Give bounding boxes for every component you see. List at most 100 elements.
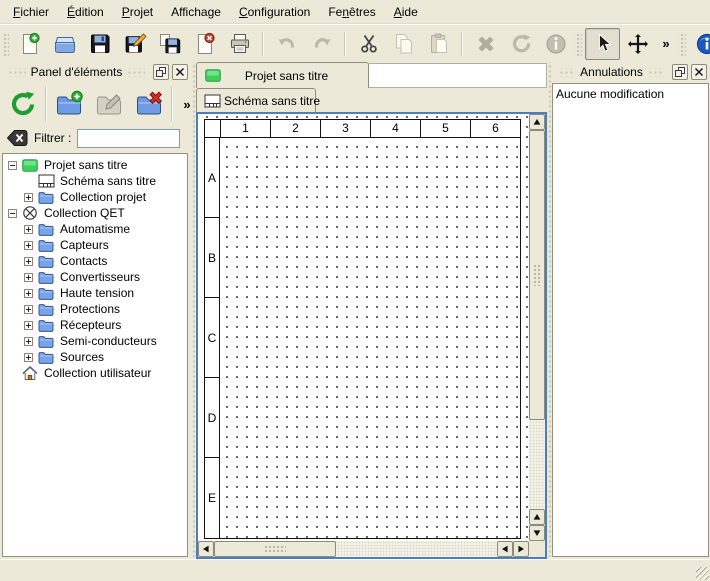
save-all-icon (158, 32, 182, 56)
tree-expander-none (22, 175, 35, 188)
tree-expander-none (6, 367, 19, 380)
copy-button[interactable] (386, 28, 421, 60)
elements-panel-titlebar[interactable]: Panel d'éléments (0, 62, 191, 82)
menu-projet[interactable]: Projet (113, 3, 162, 21)
float-button[interactable] (153, 64, 169, 80)
save-all-button[interactable] (152, 28, 187, 60)
scroll-left-button-2[interactable] (497, 541, 513, 557)
horizontal-scrollbar[interactable] (198, 541, 529, 557)
row-header-b: B (205, 218, 219, 298)
tree-item-automatisme[interactable]: Automatisme (3, 221, 187, 237)
element-infos-button[interactable] (538, 28, 573, 60)
delete-button[interactable] (468, 28, 503, 60)
menu-aide[interactable]: Aide (385, 3, 427, 21)
menu-fenetres[interactable]: Fenêtres (319, 3, 384, 21)
close-button[interactable] (172, 64, 188, 80)
tree-expander-plus-icon[interactable] (22, 239, 35, 252)
vertical-scrollbar-track[interactable] (529, 130, 545, 509)
save-as-button[interactable] (117, 28, 152, 60)
tree-item-recepteurs[interactable]: Récepteurs (3, 317, 187, 333)
tree-expander-plus-icon[interactable] (22, 223, 35, 236)
tab-schema-sans-titre[interactable]: Schéma sans titre (196, 88, 316, 112)
tree-expander-plus-icon[interactable] (22, 255, 35, 268)
elements-tree[interactable]: Projet sans titreSchéma sans titreCollec… (2, 153, 188, 557)
toolbar-separator (461, 32, 463, 56)
new-category-button[interactable] (49, 84, 89, 124)
new-file-button[interactable] (12, 28, 47, 60)
undo-button[interactable] (269, 28, 304, 60)
tree-item-collection-qet[interactable]: Collection QET (3, 205, 187, 221)
open-file-button[interactable] (47, 28, 82, 60)
undo-panel-titlebar[interactable]: Annulations (551, 62, 710, 82)
tree-expander-plus-icon[interactable] (22, 303, 35, 316)
row-header-d: D (205, 378, 219, 458)
project-tab-bar: Projet sans titre (196, 62, 547, 88)
toolbar-handle[interactable] (2, 32, 9, 56)
close-file-icon (193, 32, 217, 56)
menu-edition[interactable]: Édition (58, 3, 113, 21)
tree-item-label: Protections (56, 302, 120, 316)
close-button[interactable] (691, 64, 707, 80)
tree-item-convertisseurs[interactable]: Convertisseurs (3, 269, 187, 285)
folder-blue-icon (36, 335, 56, 348)
tree-item-sources[interactable]: Sources (3, 349, 187, 365)
edit-category-button[interactable] (89, 84, 129, 124)
tree-expander-plus-icon[interactable] (22, 191, 35, 204)
scroll-up-button[interactable] (529, 114, 545, 130)
horizontal-scrollbar-thumb[interactable] (214, 541, 336, 557)
tree-item-collection-utilisateur[interactable]: Collection utilisateur (3, 365, 187, 381)
vertical-scrollbar[interactable] (529, 114, 545, 541)
delete-category-button[interactable] (129, 84, 169, 124)
scroll-right-button[interactable] (513, 541, 529, 557)
tree-indent (6, 229, 22, 230)
pan-mode-button[interactable] (620, 28, 655, 60)
tree-item-projet-sans-titre[interactable]: Projet sans titre (3, 157, 187, 173)
menu-affichage[interactable]: Affichage (162, 3, 230, 21)
resize-grip[interactable] (696, 567, 709, 580)
redo-button[interactable] (304, 28, 339, 60)
reload-collections-button[interactable] (3, 84, 43, 124)
filter-input[interactable] (77, 129, 180, 148)
close-file-button[interactable] (187, 28, 222, 60)
tree-item-collection-projet[interactable]: Collection projet (3, 189, 187, 205)
cut-button[interactable] (351, 28, 386, 60)
diagram-canvas[interactable]: 123456 ABCDE (198, 114, 529, 541)
undo-list-item[interactable]: Aucune modification (556, 85, 705, 102)
tree-expander-plus-icon[interactable] (22, 335, 35, 348)
tree-item-contacts[interactable]: Contacts (3, 253, 187, 269)
menu-configuration[interactable]: Configuration (230, 3, 319, 21)
tree-expander-plus-icon[interactable] (22, 287, 35, 300)
selection-mode-button[interactable] (585, 28, 620, 60)
undo-history-list[interactable]: Aucune modification (552, 83, 709, 557)
clear-filter-button[interactable] (6, 128, 28, 148)
tree-expander-minus-icon[interactable] (6, 207, 19, 220)
tree-item-haute-tension[interactable]: Haute tension (3, 285, 187, 301)
tree-expander-plus-icon[interactable] (22, 351, 35, 364)
tree-expander-minus-icon[interactable] (6, 159, 19, 172)
scroll-up-button-2[interactable] (529, 509, 545, 525)
tab-projet-sans-titre[interactable]: Projet sans titre (196, 62, 369, 88)
tree-expander-plus-icon[interactable] (22, 271, 35, 284)
toolbar-handle[interactable] (575, 32, 582, 56)
tree-item-protections[interactable]: Protections (3, 301, 187, 317)
print-button[interactable] (222, 28, 257, 60)
save-button[interactable] (82, 28, 117, 60)
toolbar-overflow-button[interactable]: » (655, 28, 677, 60)
tree-expander-plus-icon[interactable] (22, 319, 35, 332)
titlebar-texture (559, 68, 575, 77)
scroll-down-button[interactable] (529, 525, 545, 541)
paste-button[interactable] (421, 28, 456, 60)
rotate-button[interactable] (503, 28, 538, 60)
horizontal-scrollbar-track[interactable] (214, 541, 497, 557)
diagram-view[interactable]: 123456 ABCDE (196, 112, 547, 559)
vertical-scrollbar-thumb[interactable] (529, 130, 545, 420)
tree-item-capteurs[interactable]: Capteurs (3, 237, 187, 253)
schema-tab-bar: Schéma sans titre (196, 88, 547, 112)
tree-item-schema-sans-titre[interactable]: Schéma sans titre (3, 173, 187, 189)
menu-fichier[interactable]: Fichier (4, 3, 58, 21)
scroll-left-button[interactable] (198, 541, 214, 557)
about-button[interactable] (689, 28, 710, 60)
toolbar-handle[interactable] (679, 32, 686, 56)
tree-item-semi-conducteurs[interactable]: Semi-conducteurs (3, 333, 187, 349)
float-button[interactable] (672, 64, 688, 80)
